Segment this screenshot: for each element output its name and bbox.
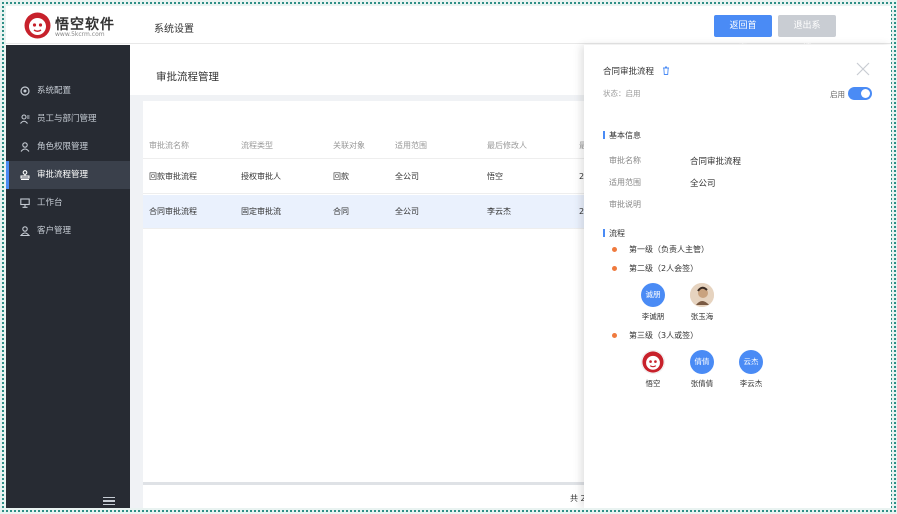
user-icon <box>20 142 30 152</box>
avatar: 诚朋 <box>641 283 665 307</box>
sidebar-item-workbench[interactable]: 工作台 <box>6 189 130 217</box>
column-header[interactable]: 关联对象 <box>333 133 365 159</box>
field-label-scope: 适用范围 <box>609 178 641 187</box>
field-label-description: 审批说明 <box>609 200 641 209</box>
enable-toggle[interactable] <box>848 87 872 100</box>
top-header: 悟空软件 www.5kcrm.com 系统设置 返回首页 退出系统 <box>6 6 891 53</box>
settings-circle-icon <box>20 86 30 96</box>
sidebar-item-label: 系统配置 <box>37 86 72 96</box>
column-header[interactable]: 流程类型 <box>241 133 273 159</box>
approver[interactable]: 诚朋 李诚朋 <box>630 283 676 322</box>
column-header[interactable]: 最后修改人 <box>487 133 527 159</box>
table-cell: 合同审批流程 <box>149 207 197 216</box>
app-frame: 悟空软件 www.5kcrm.com 系统设置 返回首页 退出系统 系统配置 员… <box>6 6 891 508</box>
sidebar-item-label: 客户管理 <box>37 226 72 236</box>
stamp-icon <box>20 170 30 180</box>
sidebar: 系统配置 员工与部门管理 角色权限管理 审批流程管理 工作台 客户管理 <box>6 45 130 508</box>
approver[interactable]: 云杰 李云杰 <box>728 350 774 389</box>
sidebar-item-approval-flows[interactable]: 审批流程管理 <box>6 161 130 189</box>
sidebar-item-staff-departments[interactable]: 员工与部门管理 <box>6 105 130 133</box>
table-cell: 固定审批流 <box>241 207 281 216</box>
approver[interactable]: 悟空 <box>630 350 676 389</box>
table-cell: 回款 <box>333 172 349 181</box>
approver[interactable]: 倩倩 张倩倩 <box>679 350 725 389</box>
approver-name: 悟空 <box>645 379 661 388</box>
field-label-name: 审批名称 <box>609 156 641 165</box>
sidebar-item-label: 审批流程管理 <box>37 170 89 180</box>
sidebar-item-label: 工作台 <box>37 198 63 208</box>
table-cell: 悟空 <box>487 172 503 181</box>
back-home-button[interactable]: 返回首页 <box>714 15 772 53</box>
collapse-menu-icon[interactable] <box>103 497 115 505</box>
approver-name: 李云杰 <box>739 379 763 388</box>
drawer-title: 合同审批流程 <box>603 67 655 77</box>
monkey-logo-icon <box>24 12 51 39</box>
step-dot <box>612 266 617 271</box>
approver-name: 张玉海 <box>690 312 714 321</box>
users-icon <box>20 114 30 124</box>
approver[interactable]: 张玉海 <box>679 283 725 322</box>
table-cell: 全公司 <box>395 172 419 181</box>
table-cell: 李云杰 <box>487 207 511 216</box>
approval-detail-drawer: 合同审批流程 状态：启用 启用 基本信息 审批名称 合同审批流程 适用范围 全公… <box>584 45 891 508</box>
brand-logo[interactable]: 悟空软件 www.5kcrm.com <box>24 12 144 40</box>
sidebar-item-system-config[interactable]: 系统配置 <box>6 77 130 105</box>
monitor-icon <box>20 198 30 208</box>
step-dot <box>612 333 617 338</box>
approver-name: 张倩倩 <box>690 379 714 388</box>
close-icon[interactable] <box>856 62 870 76</box>
avatar-logo <box>641 350 665 374</box>
customer-icon <box>20 226 30 236</box>
table-cell: 回款审批流程 <box>149 172 197 181</box>
step-label: 第三级（3人或签） <box>629 331 699 340</box>
page-title: 审批流程管理 <box>156 71 219 83</box>
table-cell: 合同 <box>333 207 349 216</box>
table-cell: 授权审批人 <box>241 172 281 181</box>
approver-name: 李诚朋 <box>641 312 665 321</box>
brand-url: www.5kcrm.com <box>55 31 105 38</box>
toggle-label: 启用 <box>830 90 845 99</box>
monkey-logo-icon <box>642 351 664 373</box>
logout-button[interactable]: 退出系统 <box>778 15 836 53</box>
avatar: 云杰 <box>739 350 763 374</box>
step-label: 第一级（负责人主管） <box>629 245 709 254</box>
basic-info-title: 基本信息 <box>603 130 641 141</box>
avatar: 倩倩 <box>690 350 714 374</box>
person-photo-icon <box>690 283 714 307</box>
table-cell: 全公司 <box>395 207 419 216</box>
sidebar-item-customer-management[interactable]: 客户管理 <box>6 217 130 245</box>
avatar-photo <box>690 283 714 307</box>
field-value-name: 合同审批流程 <box>690 157 742 167</box>
flow-title: 流程 <box>603 228 625 239</box>
column-header[interactable]: 适用范围 <box>395 133 427 159</box>
header-title: 系统设置 <box>154 24 194 35</box>
step-dot <box>612 247 617 252</box>
sidebar-item-label: 员工与部门管理 <box>37 114 97 124</box>
sidebar-item-role-permissions[interactable]: 角色权限管理 <box>6 133 130 161</box>
column-header[interactable]: 审批流名称 <box>149 133 189 159</box>
step-label: 第二级（2人会签） <box>629 264 699 273</box>
delete-icon[interactable] <box>662 66 670 75</box>
status-text: 状态：启用 <box>603 89 641 98</box>
field-value-scope: 全公司 <box>690 179 716 189</box>
sidebar-item-label: 角色权限管理 <box>37 142 89 152</box>
